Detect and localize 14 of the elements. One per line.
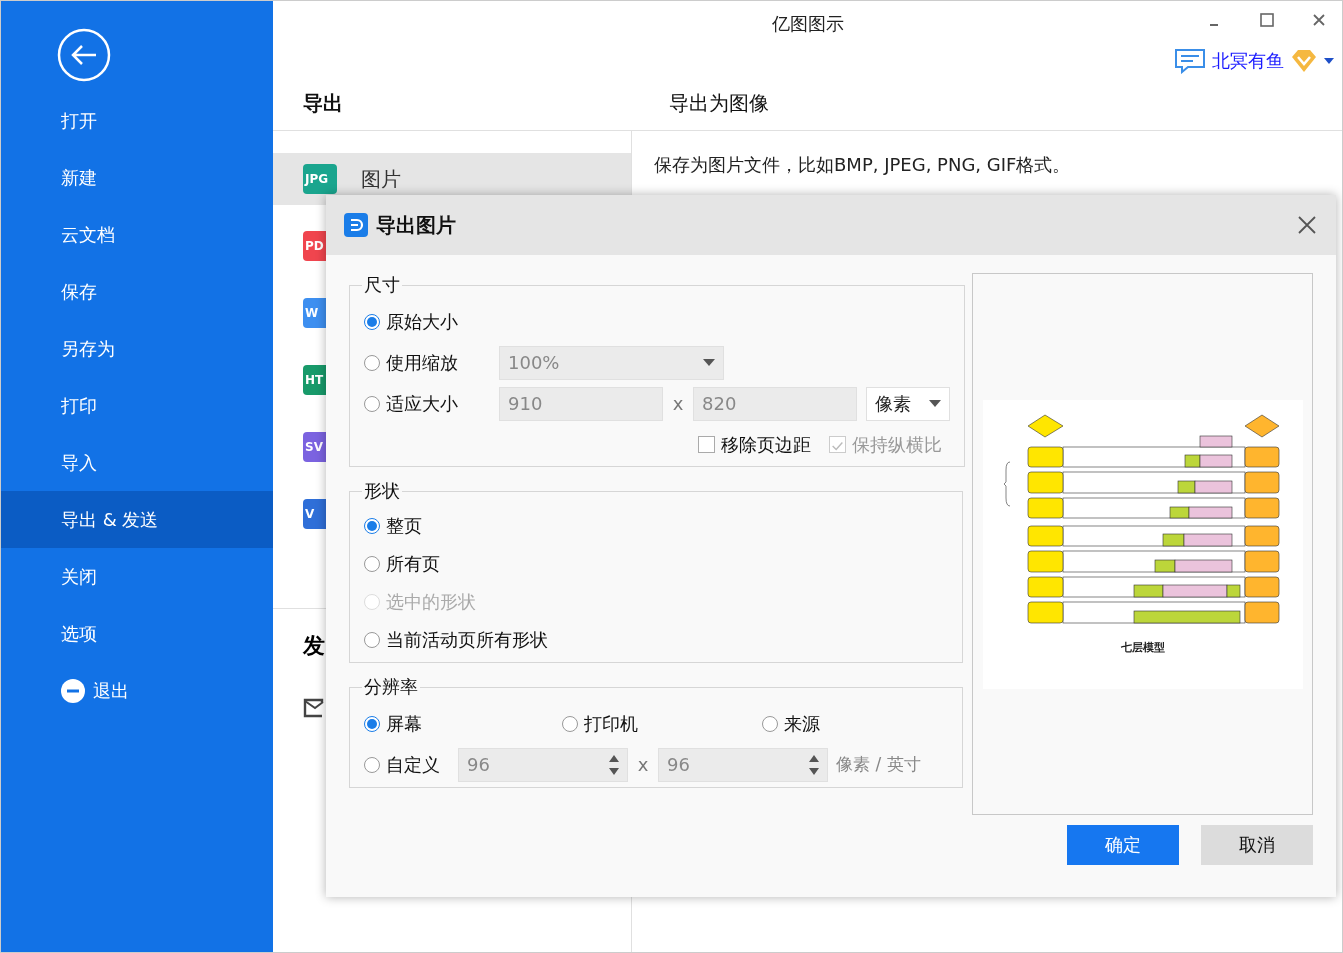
file-badge: JPG [303, 164, 337, 194]
group-label: 尺寸 [363, 273, 401, 297]
dialog-title: 导出图片 [376, 211, 457, 239]
section-title: 导出 [302, 89, 344, 117]
times-sign: x [671, 393, 685, 414]
group-label: 形状 [363, 479, 401, 503]
times-sign: x [636, 754, 650, 775]
description-text: 保存为图片文件，比如BMP, JPEG, PNG, GIF格式。 [654, 154, 1071, 175]
group-label: 分辨率 [363, 675, 419, 699]
diagram-title: 七层模型 [1120, 639, 1165, 655]
unit-label: 像素 / 英寸 [836, 753, 921, 776]
window-title: 亿图图示 [771, 11, 844, 36]
panel-title: 导出为图像 [668, 89, 769, 117]
section-title: 发 [303, 632, 325, 660]
